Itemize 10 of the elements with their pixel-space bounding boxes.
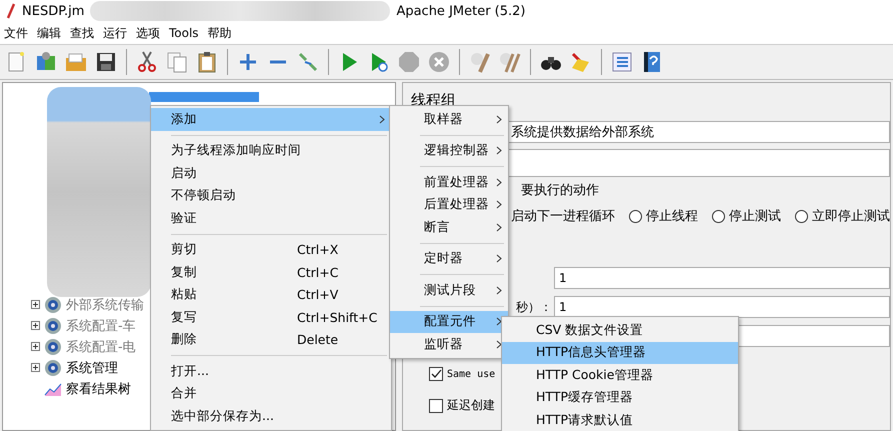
field-label: 秒）： — [515, 298, 553, 316]
app-title: Apache JMeter (5.2) — [396, 4, 526, 18]
window-title: NESDP.jm — [22, 4, 84, 18]
radio-label: 立即停止测试 — [812, 208, 890, 225]
checkbox-label: 延迟创建 — [447, 397, 495, 414]
checkbox-label: Same use — [447, 368, 496, 380]
radio-label: 启动下一进程循环 — [511, 208, 615, 225]
radio-label: 停止线程 — [646, 208, 698, 225]
radio-label: 停止测试 — [729, 208, 781, 225]
group-legend: 要执行的动作 — [521, 181, 890, 199]
